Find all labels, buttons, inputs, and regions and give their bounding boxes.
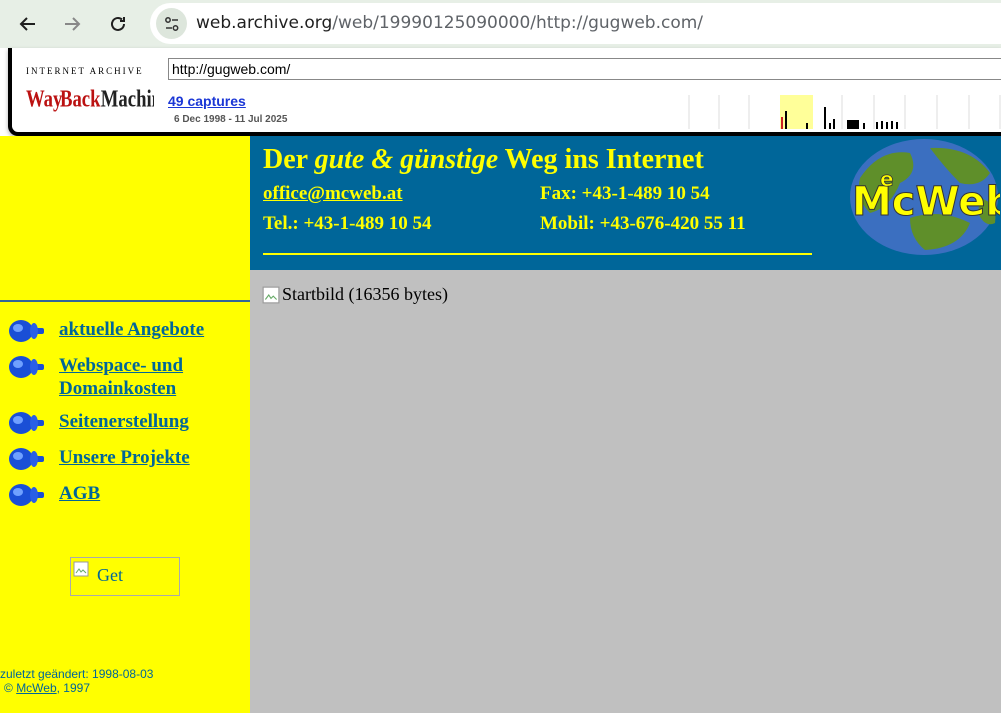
mcweb-link[interactable]: McWeb [16, 681, 56, 695]
wayback-toolbar: INTERNET ARCHIVE Way Back Machine 49 cap… [8, 48, 1001, 136]
copyright-symbol: © [4, 681, 13, 695]
svg-text:Way: Way [26, 85, 63, 112]
wayback-url-input[interactable] [168, 58, 1001, 80]
url-path: /web/19990125090000/http://gugweb.com/ [332, 13, 704, 33]
nav-item-webspace[interactable]: Webspace- und Domainkosten [8, 354, 248, 400]
logo-text: McWeb [852, 179, 1000, 225]
forward-arrow-icon [65, 17, 81, 31]
pushpin-icon [9, 448, 44, 470]
forward-button[interactable] [56, 8, 88, 40]
nav-item-projekte[interactable]: Unsere Projekte [8, 446, 248, 472]
svg-text:Back: Back [60, 85, 100, 112]
tagline-emphasis: gute & günstige [314, 144, 499, 175]
broken-image-icon [262, 286, 280, 303]
tagline-post: Weg ins Internet [498, 144, 704, 175]
start-image: Startbild (16356 bytes) [262, 284, 448, 305]
tagline-pre: Der [263, 144, 315, 175]
nav-link-agb[interactable]: AGB [59, 482, 100, 505]
wayback-machine-logo[interactable]: Way Back Machine [26, 78, 154, 112]
copyright-year: , 1997 [56, 681, 91, 695]
copyright: © McWeb, 1997 [0, 681, 153, 695]
nav-item-seitenerstellung[interactable]: Seitenerstellung [8, 410, 248, 436]
site-info-button[interactable] [156, 8, 187, 39]
pushpin-icon [9, 484, 44, 506]
broken-image-icon [73, 561, 89, 577]
url-host: web.archive.org [196, 13, 333, 33]
page-header: Der gute & günstige Weg ins Internet off… [250, 136, 1001, 270]
nav-item-agb[interactable]: AGB [8, 482, 248, 508]
nav-item-angebote[interactable]: aktuelle Angebote [8, 318, 248, 344]
page-footer: zuletzt geändert: 1998-08-03 © McWeb, 19… [0, 667, 153, 695]
start-image-alt: Startbild (16356 bytes) [282, 284, 448, 304]
left-sidebar: aktuelle Angebote Webspace- und Domainko… [0, 136, 250, 713]
captures-link[interactable]: 49 captures [168, 93, 246, 109]
tagline: Der gute & günstige Weg ins Internet [263, 144, 704, 176]
phone-number: Tel.: +43-1-489 10 54 [263, 213, 432, 234]
email-link[interactable]: office@mcweb.at [263, 183, 403, 205]
svg-text:Machine: Machine [101, 85, 154, 112]
wayback-logo-caption: INTERNET ARCHIVE [26, 66, 144, 76]
pushpin-icon [9, 412, 44, 434]
archived-page: aktuelle Angebote Webspace- und Domainko… [0, 136, 1001, 713]
capture-date-range: 6 Dec 1998 - 11 Jul 2025 [174, 114, 288, 125]
nav-menu: aktuelle Angebote Webspace- und Domainko… [8, 318, 248, 518]
reload-button[interactable] [102, 8, 134, 40]
nav-link-projekte[interactable]: Unsere Projekte [59, 446, 190, 469]
nav-link-webspace[interactable]: Webspace- und Domainkosten [59, 354, 209, 400]
nav-link-angebote[interactable]: aktuelle Angebote [59, 318, 204, 341]
url-text: web.archive.org/web/19990125090000/http:… [196, 13, 703, 33]
last-updated: zuletzt geändert: 1998-08-03 [0, 667, 154, 681]
current-year-highlight [780, 95, 813, 129]
get-microsoft-badge[interactable]: Get Microsoft [70, 557, 180, 596]
reload-icon [111, 16, 125, 31]
mobile-number: Mobil: +43-676-420 55 11 [540, 213, 746, 234]
nav-link-seitenerstellung[interactable]: Seitenerstellung [59, 410, 189, 433]
address-bar[interactable]: web.archive.org/web/19990125090000/http:… [150, 3, 1001, 44]
logo-e-letter: e [880, 167, 894, 191]
header-divider [263, 253, 812, 255]
mcweb-globe-logo[interactable]: McWeb e [850, 138, 1000, 256]
back-button[interactable] [12, 8, 44, 40]
sidebar-divider [0, 300, 250, 302]
back-arrow-icon [19, 17, 35, 31]
fax-number: Fax: +43-1-489 10 54 [540, 183, 710, 204]
browser-toolbar: web.archive.org/web/19990125090000/http:… [0, 0, 1001, 48]
pushpin-icon [9, 320, 44, 342]
tune-icon [164, 16, 178, 31]
capture-sparkline[interactable] [677, 95, 1001, 129]
pushpin-icon [9, 356, 44, 378]
